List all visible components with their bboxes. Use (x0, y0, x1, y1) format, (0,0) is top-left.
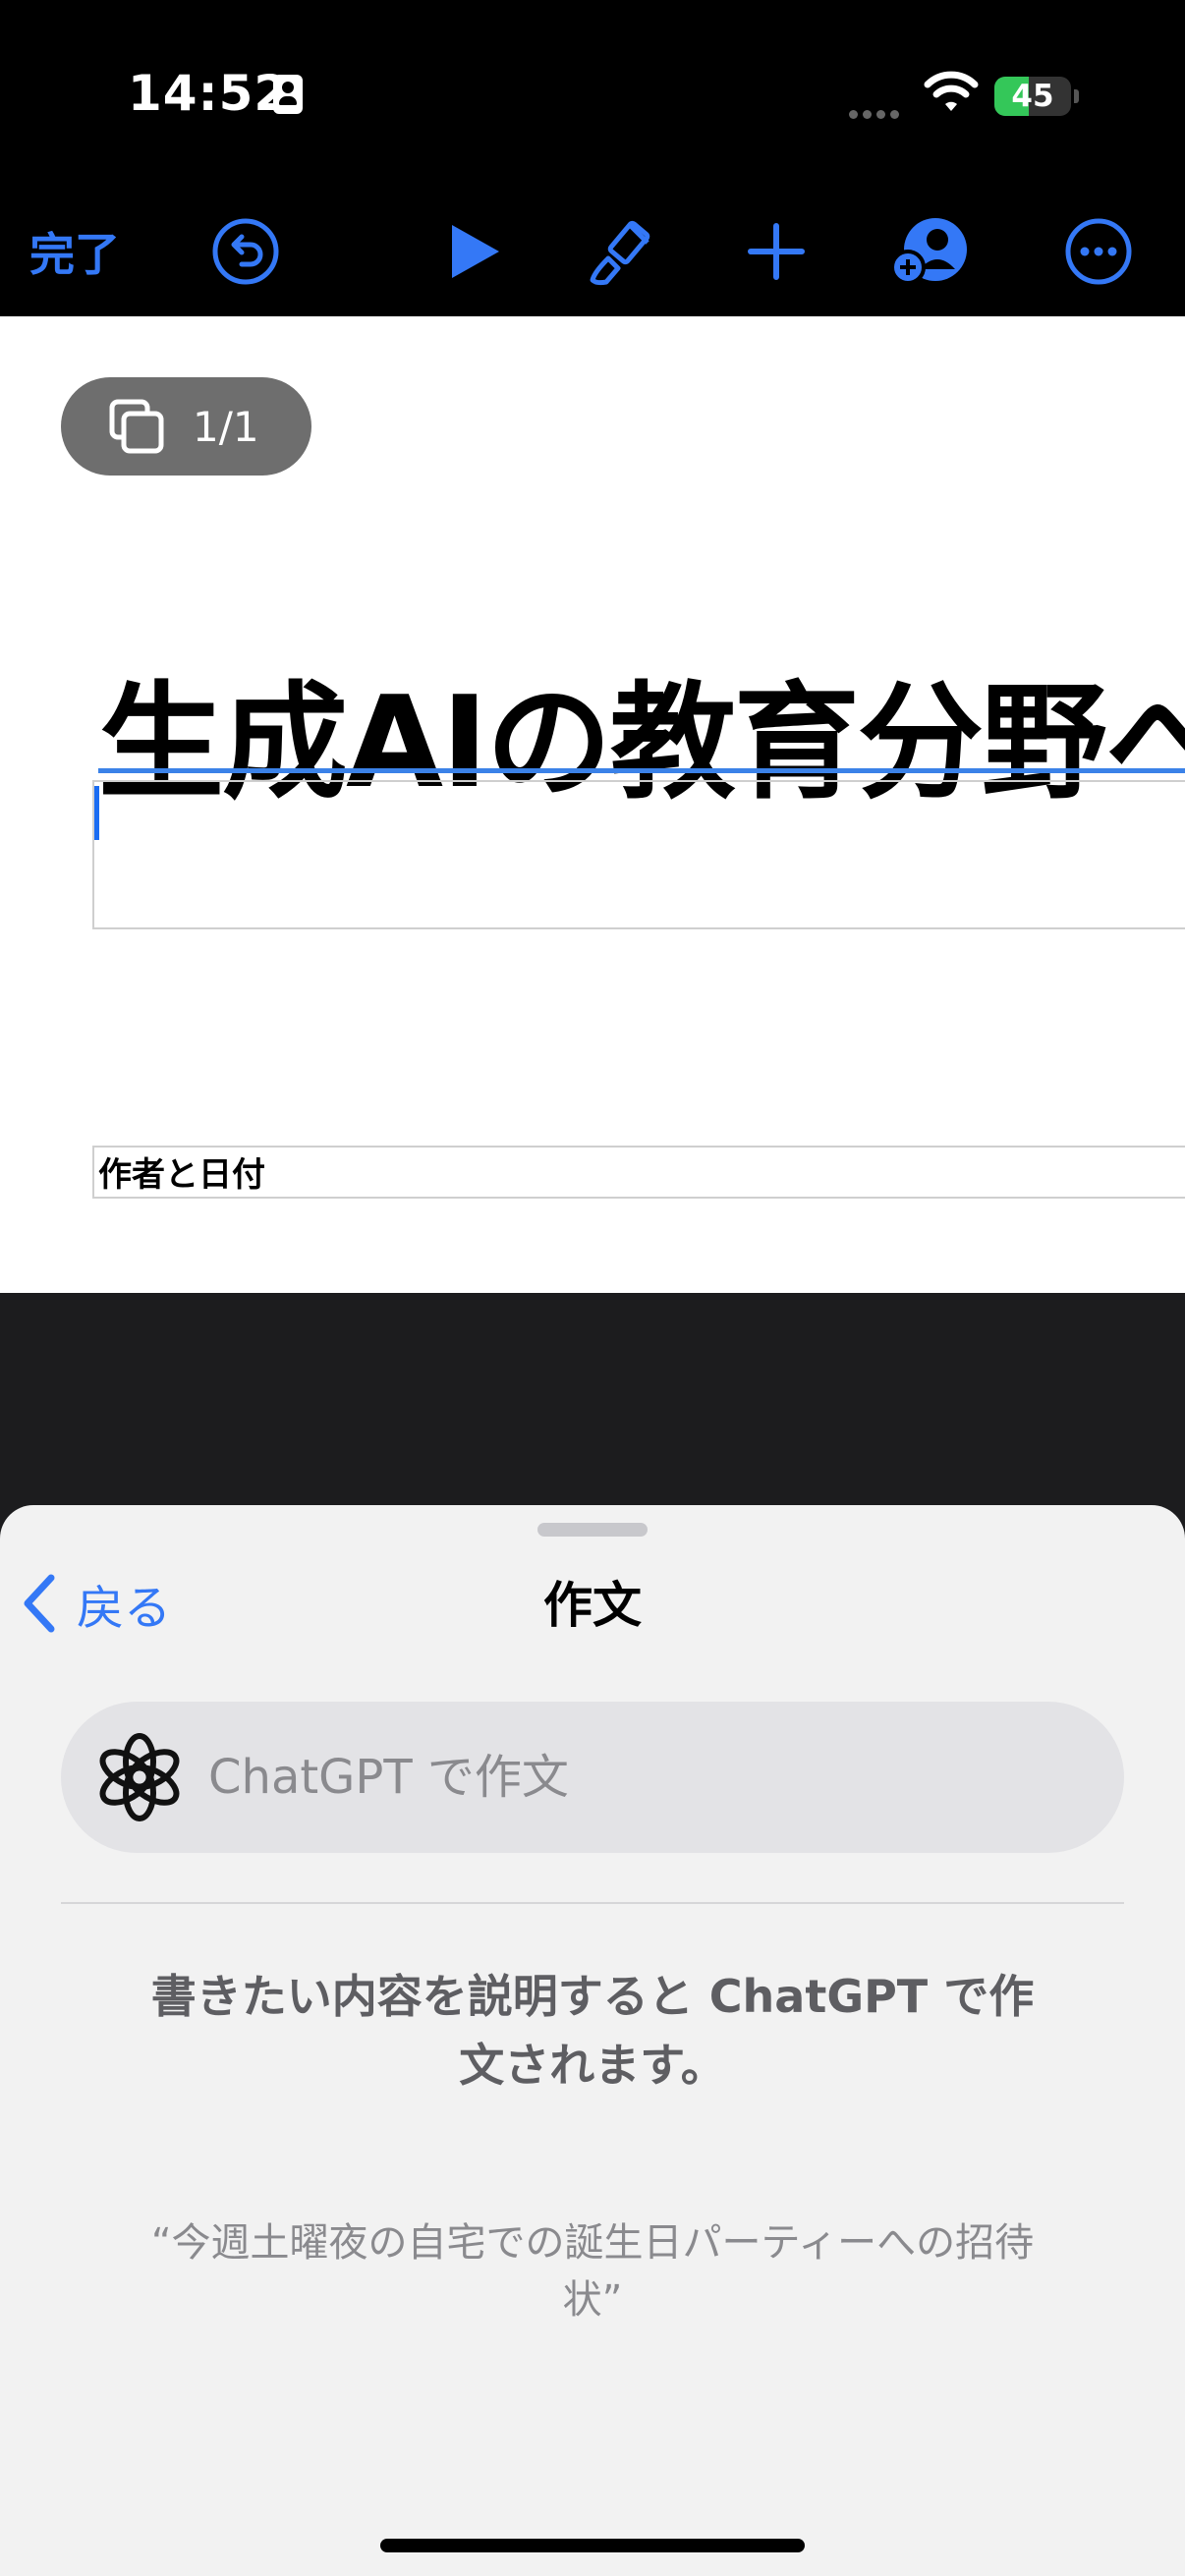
compose-example: “今週土曜夜の自宅での誕生日パーティーへの招待状” (150, 2220, 1035, 2323)
paintbrush-icon (590, 220, 650, 286)
insert-button[interactable] (735, 196, 818, 307)
subtitle-textbox[interactable] (92, 780, 1185, 929)
toolbar: 完了 (0, 196, 1185, 316)
plus-icon (748, 223, 805, 280)
chatgpt-compose-field[interactable] (61, 1702, 1124, 1853)
more-button[interactable] (1055, 196, 1142, 307)
battery-level: 45 (1011, 79, 1054, 114)
status-bar: 14:52 45 (0, 0, 1185, 196)
battery-tip (1074, 89, 1079, 103)
done-button[interactable]: 完了 (29, 196, 157, 307)
wifi-icon (924, 71, 979, 111)
chatgpt-logo-icon (99, 1733, 180, 1821)
spellcheck-underline (98, 768, 1185, 773)
pages-icon (109, 399, 164, 454)
play-button[interactable] (432, 196, 515, 307)
author-date-placeholder: 作者と日付 (98, 1155, 265, 1195)
divider (61, 1902, 1124, 1904)
play-icon (452, 225, 499, 278)
cellular-signal-icon (849, 104, 908, 119)
writing-tools-sheet: 戻る 作文 書きたい内容を説明すると ChatGPT で作文されます。 “今週土… (0, 1505, 1185, 2576)
document-canvas[interactable]: 1/1 生成AIの教育分野への 作者と日付 (0, 316, 1185, 1293)
battery-icon: 45 (994, 77, 1071, 116)
format-button[interactable] (580, 196, 662, 307)
compose-input[interactable] (206, 1749, 1055, 1806)
undo-button[interactable] (204, 196, 287, 307)
more-icon (1065, 218, 1132, 285)
collaborate-button[interactable] (884, 196, 979, 307)
text-cursor (94, 786, 99, 840)
sheet-title: 作文 (543, 1577, 642, 1634)
undo-icon (212, 218, 279, 285)
home-indicator[interactable] (380, 2539, 805, 2552)
page-indicator: 1/1 (193, 402, 259, 451)
status-time: 14:52 (128, 65, 290, 122)
page-navigator-button[interactable]: 1/1 (61, 377, 311, 476)
collaborate-icon (890, 218, 967, 285)
contact-card-icon (273, 75, 303, 114)
sheet-grabber[interactable] (537, 1523, 648, 1537)
compose-description: 書きたい内容を説明すると ChatGPT で作文されます。 (150, 1970, 1035, 2092)
